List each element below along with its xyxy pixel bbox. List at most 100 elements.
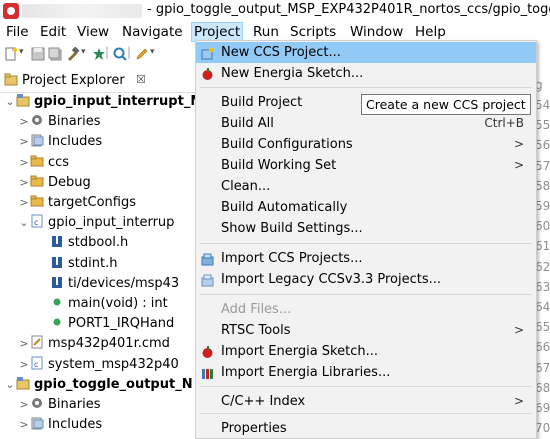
menu-item-label: Properties bbox=[221, 421, 287, 436]
line-number: 59 bbox=[535, 199, 550, 213]
line-number: 61 bbox=[535, 239, 550, 254]
tree-item-label: stdbool.h bbox=[68, 235, 129, 251]
menu-view[interactable]: View bbox=[75, 23, 111, 41]
menu-item-c-c-index[interactable]: C/C++ Index > bbox=[196, 391, 536, 412]
tree-item[interactable]: ti/devices/msp43 bbox=[38, 274, 179, 294]
menu-item-label: New CCS Project... bbox=[221, 45, 341, 60]
collapse-icon[interactable]: > bbox=[18, 355, 30, 375]
collapse-icon[interactable]: > bbox=[18, 334, 30, 354]
menu-item-new-ccs-project[interactable]: New CCS Project... bbox=[196, 42, 536, 63]
menu-navigate[interactable]: Navigate bbox=[120, 23, 185, 41]
menu-item-build-configurations[interactable]: Build Configurations > bbox=[196, 134, 536, 155]
debug-icon[interactable] bbox=[113, 47, 127, 61]
tree-item[interactable]: > ccs bbox=[18, 153, 69, 173]
menu-help[interactable]: Help bbox=[413, 23, 448, 41]
menu-item-import-energia-libraries[interactable]: Import Energia Libraries... bbox=[196, 362, 536, 383]
line-number: 68 bbox=[535, 380, 550, 395]
menu-item-label: RTSC Tools bbox=[221, 323, 291, 338]
tree-item[interactable]: ⌄ gpio_toggle_output_N bbox=[4, 375, 193, 395]
menu-item-properties[interactable]: Properties bbox=[196, 418, 536, 439]
menu-project[interactable]: Project bbox=[191, 22, 244, 42]
tree-item-label: PORT1_IRQHand bbox=[68, 316, 175, 332]
new-dropdown-icon[interactable]: ▾ bbox=[19, 47, 24, 57]
menu-item-import-energia-sketch[interactable]: Import Energia Sketch... bbox=[196, 341, 536, 362]
blurred-title-prefix bbox=[22, 4, 142, 18]
menu-shortcut: Ctrl+B bbox=[484, 116, 524, 130]
tree-item[interactable]: > msp432p401r.cmd bbox=[18, 334, 170, 354]
menu-item-label: Build All bbox=[221, 116, 274, 131]
tree-item[interactable]: stdbool.h bbox=[38, 233, 128, 253]
tree-item-label: Includes bbox=[48, 134, 103, 150]
new-icon[interactable] bbox=[4, 47, 18, 61]
build-dropdown-icon[interactable]: ▾ bbox=[81, 47, 86, 57]
toolbar: ▾ ▾ | | ▾ bbox=[0, 42, 200, 66]
tree-item-label: ti/devices/msp43 bbox=[68, 275, 180, 291]
toolbar-separator: | bbox=[105, 45, 110, 59]
collapse-icon[interactable]: > bbox=[18, 173, 30, 193]
collapse-icon[interactable]: > bbox=[18, 395, 30, 415]
menu-window[interactable]: Window bbox=[348, 23, 405, 41]
menu-item-show-build-settings[interactable]: Show Build Settings... bbox=[196, 218, 536, 239]
line-number: 64 bbox=[535, 300, 550, 314]
folder-icon bbox=[30, 174, 44, 188]
menu-item-import-ccs-projects[interactable]: Import CCS Projects... bbox=[196, 248, 536, 269]
tree-item[interactable]: > targetConfigs bbox=[18, 193, 136, 213]
menu-item-label: Import Energia Libraries... bbox=[221, 365, 391, 380]
menu-item-import-legacy-ccsv3-3-projects[interactable]: Import Legacy CCSv3.3 Projects... bbox=[196, 269, 536, 290]
collapse-icon[interactable]: > bbox=[18, 132, 30, 152]
collapse-icon[interactable]: > bbox=[18, 153, 30, 173]
menu-item-label: Build Configurations bbox=[221, 137, 353, 152]
tree-item[interactable]: > Debug bbox=[18, 173, 91, 193]
save-icon[interactable] bbox=[31, 47, 45, 61]
collapse-icon[interactable]: > bbox=[18, 193, 30, 213]
menu-item-build-automatically[interactable]: Build Automatically bbox=[196, 197, 536, 218]
project-explorer-title: Project Explorer bbox=[22, 73, 125, 88]
tree-item[interactable]: main(void) : int bbox=[38, 294, 168, 314]
pencil-dropdown-icon[interactable]: ▾ bbox=[150, 47, 155, 57]
tree-item-label: msp432p401r.cmd bbox=[48, 336, 170, 352]
menu-edit[interactable]: Edit bbox=[38, 23, 68, 41]
close-icon[interactable]: ☒ bbox=[136, 73, 146, 86]
folder-icon bbox=[30, 194, 44, 208]
collapse-icon[interactable]: > bbox=[18, 415, 30, 435]
menu-item-rtsc-tools[interactable]: RTSC Tools > bbox=[196, 320, 536, 341]
tree-item[interactable]: > Binaries bbox=[18, 112, 100, 132]
library-icon bbox=[201, 366, 214, 379]
expand-icon[interactable]: ⌄ bbox=[4, 375, 16, 395]
menu-item-label: Clean... bbox=[221, 179, 271, 194]
menu-item-new-energia-sketch[interactable]: New Energia Sketch... bbox=[196, 63, 536, 84]
menu-item-label: Import Energia Sketch... bbox=[221, 344, 379, 359]
app-logo-icon bbox=[3, 3, 19, 19]
run-icon[interactable] bbox=[92, 47, 106, 61]
pencil-icon[interactable] bbox=[135, 47, 149, 61]
includes-icon bbox=[30, 133, 44, 147]
build-icon[interactable] bbox=[66, 47, 80, 61]
expand-icon[interactable]: ⌄ bbox=[18, 213, 30, 233]
import-icon bbox=[201, 252, 214, 266]
menu-item-label: Show Build Settings... bbox=[221, 221, 363, 236]
project-icon bbox=[16, 376, 30, 390]
tree-item[interactable]: > Includes bbox=[18, 132, 102, 152]
tree-item[interactable]: ⌄ gpio_input_interrupt_M bbox=[4, 92, 203, 112]
tree-item-label: stdint.h bbox=[68, 255, 118, 271]
save-all-icon[interactable] bbox=[48, 47, 62, 61]
tree-item[interactable]: ⌄ c gpio_input_interrup bbox=[18, 213, 174, 233]
menu-item-build-all[interactable]: Build All Ctrl+B bbox=[196, 113, 536, 134]
menu-scripts[interactable]: Scripts bbox=[288, 23, 338, 41]
menu-file[interactable]: File bbox=[4, 23, 31, 41]
expand-icon[interactable]: ⌄ bbox=[4, 92, 16, 112]
collapse-icon[interactable]: > bbox=[18, 112, 30, 132]
new-ccs-project-icon bbox=[201, 46, 214, 60]
menu-run[interactable]: Run bbox=[251, 23, 281, 41]
tree-item[interactable]: stdint.h bbox=[38, 254, 117, 274]
tree-item[interactable]: PORT1_IRQHand bbox=[38, 314, 174, 334]
tree-item-label: gpio_input_interrup bbox=[48, 215, 175, 231]
menu-item-clean[interactable]: Clean... bbox=[196, 176, 536, 197]
tree-item[interactable]: > c system_msp432p40 bbox=[18, 355, 179, 375]
menu-separator bbox=[200, 386, 532, 387]
project-explorer-icon bbox=[4, 73, 18, 86]
tree-item[interactable]: > Includes bbox=[18, 415, 102, 435]
menu-item-build-working-set[interactable]: Build Working Set > bbox=[196, 155, 536, 176]
tree-item[interactable]: > Binaries bbox=[18, 395, 100, 415]
tree-item-label: Debug bbox=[48, 174, 91, 190]
